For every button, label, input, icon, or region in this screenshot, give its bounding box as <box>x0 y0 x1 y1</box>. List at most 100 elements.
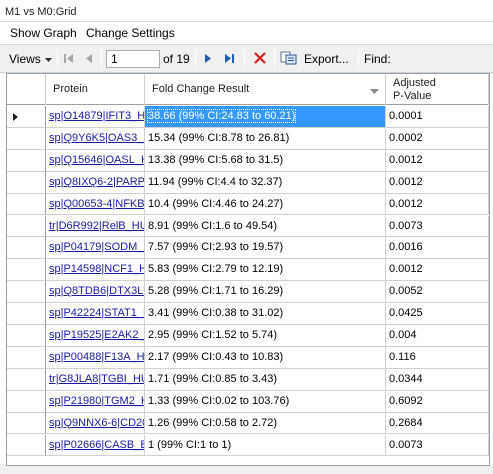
menu-show-graph[interactable]: Show Graph <box>10 26 77 40</box>
table-row[interactable]: tr|D6R992|RelB_HUMAN 8.91 (99% CI:1.6 to … <box>7 215 489 238</box>
row-header[interactable] <box>7 412 46 435</box>
pvalue-cell[interactable]: 0.0002 <box>386 127 489 150</box>
row-header[interactable] <box>7 149 46 172</box>
pvalue-cell[interactable]: 0.0012 <box>386 149 489 172</box>
protein-link[interactable]: sp|P14598|NCF1_HUMAN <box>49 263 144 275</box>
table-row[interactable]: sp|Q15646|OASL_HUMAN 13.38 (99% CI:5.68 t… <box>7 149 489 172</box>
row-header[interactable] <box>7 346 46 369</box>
protein-cell[interactable]: sp|Q00653-4|NFKB2_HUMAN <box>46 193 145 216</box>
column-header-protein[interactable]: Protein <box>46 74 145 105</box>
next-page-button[interactable] <box>201 45 215 73</box>
fold-change-cell[interactable]: 8.91 (99% CI:1.6 to 49.54) <box>145 215 386 238</box>
table-row[interactable]: sp|P02666|CASB_BOVIN 1 (99% CI:1 to 1) 0.0… <box>7 434 489 457</box>
table-row[interactable]: sp|P04179|SODM_HUMAN 7.57 (99% CI:2.93 to… <box>7 237 489 260</box>
views-dropdown[interactable]: Views <box>9 45 52 73</box>
position-input[interactable] <box>106 50 160 68</box>
protein-cell[interactable]: sp|Q9Y6K5|OAS3_HUMAN <box>46 127 145 150</box>
protein-link[interactable]: sp|O14879|IFIT3_HUMAN <box>49 110 144 122</box>
protein-cell[interactable]: sp|Q15646|OASL_HUMAN <box>46 149 145 172</box>
row-header[interactable] <box>7 127 46 150</box>
protein-cell[interactable]: sp|Q8IXQ6-2|PARP9_HUMAN <box>46 171 145 194</box>
fold-change-cell[interactable]: 1.71 (99% CI:0.85 to 3.43) <box>145 368 386 391</box>
protein-cell[interactable]: sp|P21980|TGM2_HUMAN <box>46 390 145 413</box>
fold-change-cell[interactable]: 7.57 (99% CI:2.93 to 19.57) <box>145 237 386 260</box>
pvalue-cell[interactable]: 0.0052 <box>386 281 489 304</box>
pvalue-cell[interactable]: 0.0344 <box>386 368 489 391</box>
row-header[interactable] <box>7 281 46 304</box>
protein-link[interactable]: sp|P04179|SODM_HUMAN <box>49 241 144 253</box>
row-header[interactable] <box>7 193 46 216</box>
protein-cell[interactable]: tr|G8JLA8|TGBI_HUMAN <box>46 368 145 391</box>
pvalue-cell[interactable]: 0.116 <box>386 346 489 369</box>
table-row[interactable]: sp|Q00653-4|NFKB2_HUMAN 10.4 (99% CI:4.46… <box>7 193 489 216</box>
table-row[interactable]: sp|P00488|F13A_HUMAN 2.17 (99% CI:0.43 to… <box>7 346 489 369</box>
fold-change-cell[interactable]: 38.66 (99% CI:24.83 to 60.21) <box>145 106 386 128</box>
protein-cell[interactable]: tr|D6R992|RelB_HUMAN <box>46 215 145 238</box>
fold-change-cell[interactable]: 1 (99% CI:1 to 1) <box>145 434 386 457</box>
row-header[interactable] <box>7 303 46 325</box>
row-header[interactable] <box>7 325 46 347</box>
protein-link[interactable]: tr|D6R992|RelB_HUMAN <box>49 220 144 232</box>
pvalue-cell[interactable]: 0.0073 <box>386 215 489 238</box>
row-header[interactable] <box>7 106 46 128</box>
protein-link[interactable]: sp|P19525|E2AK2_HUMAN <box>49 329 144 341</box>
protein-cell[interactable]: sp|P00488|F13A_HUMAN <box>46 346 145 369</box>
table-row[interactable]: sp|Q8IXQ6-2|PARP9_HUMAN 11.94 (99% CI:4.4… <box>7 171 489 194</box>
protein-cell[interactable]: sp|O14879|IFIT3_HUMAN <box>46 106 145 128</box>
fold-change-cell[interactable]: 2.95 (99% CI:1.52 to 5.74) <box>145 325 386 347</box>
protein-link[interactable]: sp|P02666|CASB_BOVIN <box>49 439 144 451</box>
row-header[interactable] <box>7 259 46 282</box>
first-page-button[interactable] <box>62 45 76 73</box>
fold-change-cell[interactable]: 11.94 (99% CI:4.4 to 32.37) <box>145 171 386 194</box>
pvalue-cell[interactable]: 0.2684 <box>386 412 489 435</box>
protein-link[interactable]: sp|Q8IXQ6-2|PARP9_HUMAN <box>49 176 144 188</box>
protein-cell[interactable]: sp|P14598|NCF1_HUMAN <box>46 259 145 282</box>
pvalue-cell[interactable]: 0.0073 <box>386 434 489 457</box>
row-header[interactable] <box>7 368 46 391</box>
protein-link[interactable]: sp|Q8TDB6|DTX3L_HUMAN <box>49 285 144 297</box>
pvalue-cell[interactable]: 0.004 <box>386 325 489 347</box>
fold-change-cell[interactable]: 5.28 (99% CI:1.71 to 16.29) <box>145 281 386 304</box>
pvalue-cell[interactable]: 0.0012 <box>386 259 489 282</box>
protein-cell[interactable]: sp|P19525|E2AK2_HUMAN <box>46 325 145 347</box>
protein-link[interactable]: sp|P21980|TGM2_HUMAN <box>49 395 144 407</box>
table-row[interactable]: sp|P19525|E2AK2_HUMAN 2.95 (99% CI:1.52 t… <box>7 325 489 347</box>
protein-cell[interactable]: sp|P02666|CASB_BOVIN <box>46 434 145 457</box>
row-header[interactable] <box>7 434 46 457</box>
last-page-button[interactable] <box>222 45 236 73</box>
table-row[interactable]: sp|Q8TDB6|DTX3L_HUMAN 5.28 (99% CI:1.71 t… <box>7 281 489 304</box>
protein-link[interactable]: sp|Q9NNX6-6|CD209_HUMAN <box>49 417 144 429</box>
fold-change-cell[interactable]: 5.83 (99% CI:2.79 to 12.19) <box>145 259 386 282</box>
fold-change-cell[interactable]: 10.4 (99% CI:4.46 to 24.27) <box>145 193 386 216</box>
column-header-fold-change[interactable]: Fold Change Result <box>145 74 386 105</box>
protein-link[interactable]: sp|P00488|F13A_HUMAN <box>49 351 144 363</box>
menu-change-settings[interactable]: Change Settings <box>86 26 175 40</box>
table-row[interactable]: tr|G8JLA8|TGBI_HUMAN 1.71 (99% CI:0.85 to… <box>7 368 489 391</box>
table-row[interactable]: sp|P42224|STAT1_HUMAN 3.41 (99% CI:0.38 t… <box>7 303 489 325</box>
pvalue-cell[interactable]: 0.0012 <box>386 171 489 194</box>
table-row[interactable]: sp|P14598|NCF1_HUMAN 5.83 (99% CI:2.79 to… <box>7 259 489 282</box>
fold-change-cell[interactable]: 15.34 (99% CI:8.78 to 26.81) <box>145 127 386 150</box>
export-button[interactable]: Export... <box>280 45 349 73</box>
protein-link[interactable]: sp|P42224|STAT1_HUMAN <box>49 307 144 319</box>
protein-link[interactable]: tr|G8JLA8|TGBI_HUMAN <box>49 373 144 385</box>
find-input[interactable] <box>395 50 490 68</box>
fold-change-cell[interactable]: 13.38 (99% CI:5.68 to 31.5) <box>145 149 386 172</box>
protein-cell[interactable]: sp|P04179|SODM_HUMAN <box>46 237 145 260</box>
protein-cell[interactable]: sp|Q8TDB6|DTX3L_HUMAN <box>46 281 145 304</box>
fold-change-cell[interactable]: 1.26 (99% CI:0.58 to 2.72) <box>145 412 386 435</box>
prev-page-button[interactable] <box>82 45 96 73</box>
row-header[interactable] <box>7 390 46 413</box>
table-row[interactable]: sp|Q9NNX6-6|CD209_HUMAN 1.26 (99% CI:0.58… <box>7 412 489 435</box>
pvalue-cell[interactable]: 0.0425 <box>386 303 489 325</box>
fold-change-cell[interactable]: 2.17 (99% CI:0.43 to 10.83) <box>145 346 386 369</box>
protein-link[interactable]: sp|Q9Y6K5|OAS3_HUMAN <box>49 132 144 144</box>
row-header[interactable] <box>7 237 46 260</box>
table-row[interactable]: sp|P21980|TGM2_HUMAN 1.33 (99% CI:0.02 to… <box>7 390 489 413</box>
fold-change-cell[interactable]: 1.33 (99% CI:0.02 to 103.76) <box>145 390 386 413</box>
pvalue-cell[interactable]: 0.0012 <box>386 193 489 216</box>
row-header[interactable] <box>7 215 46 238</box>
protein-cell[interactable]: sp|P42224|STAT1_HUMAN <box>46 303 145 325</box>
pvalue-cell[interactable]: 0.0001 <box>386 106 489 128</box>
protein-cell[interactable]: sp|Q9NNX6-6|CD209_HUMAN <box>46 412 145 435</box>
